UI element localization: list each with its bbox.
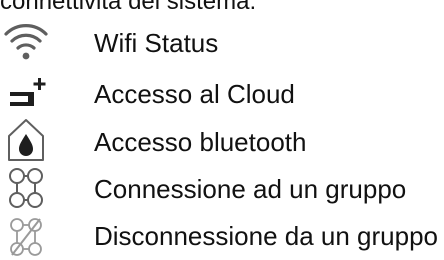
- wifi-icon: [0, 18, 52, 66]
- legend-row-group-disconnect: Disconnessione da un gruppo: [0, 212, 444, 260]
- legend-label-cloud: Accesso al Cloud: [94, 79, 295, 109]
- legend-row-wifi: Wifi Status: [0, 18, 444, 66]
- intro-text: connettività del sistema:: [0, 0, 257, 15]
- group-connect-icon: [0, 164, 52, 212]
- legend-label-group-disconnect: Disconnessione da un gruppo: [94, 221, 439, 251]
- legend-label-bluetooth: Accesso bluetooth: [94, 127, 307, 157]
- legend-label-wifi: Wifi Status: [94, 28, 219, 58]
- group-disconnect-icon: [0, 212, 52, 260]
- legend-label-group-connect: Connessione ad un gruppo: [94, 174, 407, 204]
- legend-row-group-connect: Connessione ad un gruppo: [0, 164, 444, 212]
- legend-row-bluetooth: Accesso bluetooth: [0, 116, 444, 164]
- legend-row-cloud: Accesso al Cloud: [0, 68, 444, 116]
- cloud-access-icon: [0, 68, 52, 116]
- bluetooth-drop-icon: [0, 116, 52, 164]
